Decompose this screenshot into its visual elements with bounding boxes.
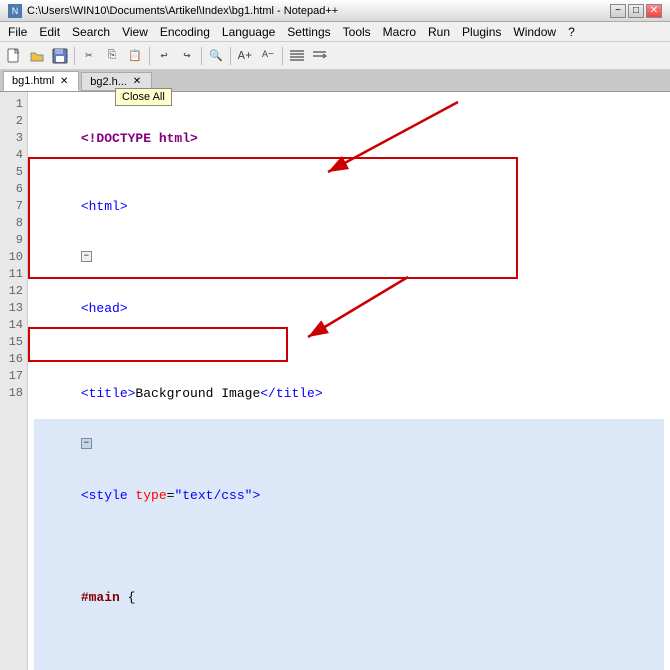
code-line-5: − <style type="text/css"> xyxy=(34,419,664,521)
toolbar-sep-4 xyxy=(230,47,231,65)
tab-bg1[interactable]: bg1.html ✕ xyxy=(3,71,79,91)
line-num-7: 7 xyxy=(4,198,23,215)
paste-button[interactable]: 📋 xyxy=(124,45,146,67)
menu-view[interactable]: View xyxy=(116,23,154,41)
close-button[interactable]: ✕ xyxy=(646,4,662,18)
fold-head[interactable]: − xyxy=(81,251,92,262)
line-num-5: 5 xyxy=(4,164,23,181)
menu-settings[interactable]: Settings xyxy=(281,23,336,41)
line-num-12: 12 xyxy=(4,283,23,300)
toolbar: ✂ ⎘ 📋 ↩ ↪ 🔍 A+ A− xyxy=(0,42,670,70)
redo-button[interactable]: ↪ xyxy=(176,45,198,67)
line-num-1: 1 xyxy=(4,96,23,113)
menu-tools[interactable]: Tools xyxy=(337,23,377,41)
menu-help[interactable]: ? xyxy=(562,23,581,41)
window-title: C:\Users\WIN10\Documents\Artikel\Index\b… xyxy=(27,5,610,17)
line-num-10: 10 xyxy=(4,249,23,266)
menu-language[interactable]: Language xyxy=(216,23,281,41)
menu-file[interactable]: File xyxy=(2,23,33,41)
menu-window[interactable]: Window xyxy=(507,23,562,41)
line-num-6: 6 xyxy=(4,181,23,198)
wrap-button[interactable] xyxy=(309,45,331,67)
line-num-9: 9 xyxy=(4,232,23,249)
line-num-3: 3 xyxy=(4,130,23,147)
maximize-button[interactable]: □ xyxy=(628,4,644,18)
close-all-tooltip[interactable]: Close All xyxy=(115,88,172,106)
tab-bg1-label: bg1.html xyxy=(12,75,54,87)
line-num-13: 13 xyxy=(4,300,23,317)
new-button[interactable] xyxy=(3,45,25,67)
menu-macro[interactable]: Macro xyxy=(377,23,422,41)
fold-style[interactable]: − xyxy=(81,438,92,449)
code-area[interactable]: <!DOCTYPE html> <html> − <head> <title>B… xyxy=(28,92,670,670)
toolbar-sep-5 xyxy=(282,47,283,65)
menu-bar: File Edit Search View Encoding Language … xyxy=(0,22,670,42)
minimize-button[interactable]: − xyxy=(610,4,626,18)
title-bar: N C:\Users\WIN10\Documents\Artikel\Index… xyxy=(0,0,670,22)
line-num-16: 16 xyxy=(4,351,23,368)
code-line-3: − <head> xyxy=(34,232,664,334)
menu-run[interactable]: Run xyxy=(422,23,456,41)
code-line-2: <html> xyxy=(34,164,664,232)
tab-bg2-close[interactable]: ✕ xyxy=(131,76,143,88)
line-num-18: 18 xyxy=(4,385,23,402)
line-num-11: 11 xyxy=(4,266,23,283)
editor: 1 2 3 4 5 6 7 8 9 10 11 12 13 14 15 16 1… xyxy=(0,92,670,670)
window-controls[interactable]: − □ ✕ xyxy=(610,4,662,18)
app-icon: N xyxy=(8,4,22,18)
code-line-6: #main { xyxy=(34,521,664,623)
toolbar-sep-1 xyxy=(74,47,75,65)
zoom-out-button[interactable]: A− xyxy=(257,45,279,67)
save-button[interactable] xyxy=(49,45,71,67)
tab-bg1-close[interactable]: ✕ xyxy=(58,75,70,87)
line-num-14: 14 xyxy=(4,317,23,334)
tab-bg2-label: bg2.h... xyxy=(90,76,127,88)
open-button[interactable] xyxy=(26,45,48,67)
line-numbers: 1 2 3 4 5 6 7 8 9 10 11 12 13 14 15 16 1… xyxy=(0,92,28,670)
code-line-1: <!DOCTYPE html> xyxy=(34,96,664,164)
tab-bar: bg1.html ✕ bg2.h... ✕ Close All xyxy=(0,70,670,92)
line-num-4: 4 xyxy=(4,147,23,164)
indent-button[interactable] xyxy=(286,45,308,67)
menu-plugins[interactable]: Plugins xyxy=(456,23,507,41)
copy-button[interactable]: ⎘ xyxy=(101,45,123,67)
line-num-17: 17 xyxy=(4,368,23,385)
line-num-8: 8 xyxy=(4,215,23,232)
undo-button[interactable]: ↩ xyxy=(153,45,175,67)
cut-button[interactable]: ✂ xyxy=(78,45,100,67)
line-num-15: 15 xyxy=(4,334,23,351)
line-num-2: 2 xyxy=(4,113,23,130)
toolbar-sep-3 xyxy=(201,47,202,65)
menu-search[interactable]: Search xyxy=(66,23,116,41)
menu-edit[interactable]: Edit xyxy=(33,23,66,41)
code-line-7: background-image: url('bunga.jpg'); xyxy=(34,623,664,670)
find-button[interactable]: 🔍 xyxy=(205,45,227,67)
zoom-in-button[interactable]: A+ xyxy=(234,45,256,67)
code-line-4: <title>Background Image</title> xyxy=(34,334,664,419)
menu-encoding[interactable]: Encoding xyxy=(154,23,216,41)
toolbar-sep-2 xyxy=(149,47,150,65)
